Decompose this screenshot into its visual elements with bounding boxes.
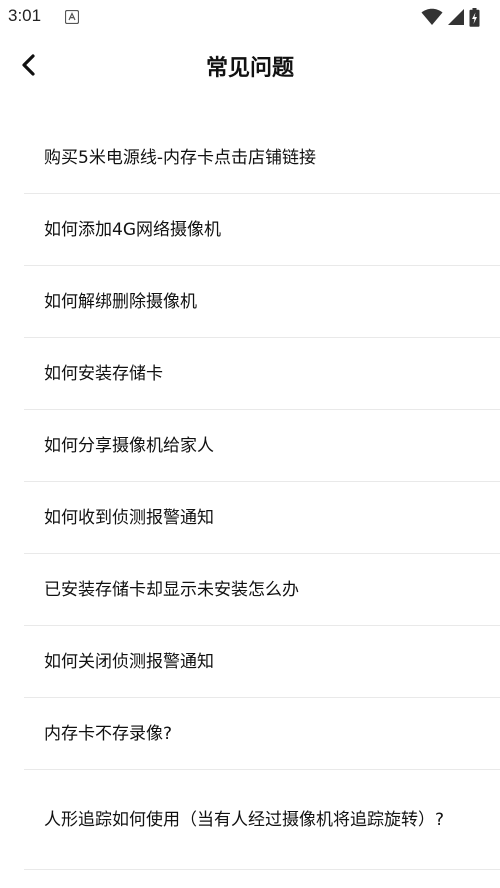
- faq-item-unbind-camera[interactable]: 如何解绑删除摄像机: [24, 266, 500, 338]
- signal-icon: [447, 8, 465, 26]
- faq-item-human-tracking[interactable]: 人形追踪如何使用（当有人经过摄像机将追踪旋转）?: [24, 770, 500, 870]
- faq-item-share-camera[interactable]: 如何分享摄像机给家人: [24, 410, 500, 482]
- status-icons: [421, 6, 480, 28]
- app-notification-icon: [64, 9, 80, 25]
- faq-item-card-not-detected[interactable]: 已安装存储卡却显示未安装怎么办: [24, 554, 500, 626]
- faq-list: 购买5米电源线-内存卡点击店铺链接 如何添加4G网络摄像机 如何解绑删除摄像机 …: [0, 122, 500, 870]
- status-bar: 3:01: [0, 0, 500, 34]
- faq-item-receive-alerts[interactable]: 如何收到侦测报警通知: [24, 482, 500, 554]
- faq-item-install-storage-card[interactable]: 如何安装存储卡: [24, 338, 500, 410]
- faq-item-disable-alerts[interactable]: 如何关闭侦测报警通知: [24, 626, 500, 698]
- faq-item-card-no-recording[interactable]: 内存卡不存录像?: [24, 698, 500, 770]
- app-bar: 常见问题: [0, 34, 500, 100]
- faq-item-add-4g-camera[interactable]: 如何添加4G网络摄像机: [24, 194, 500, 266]
- faq-item-buy-power-cable[interactable]: 购买5米电源线-内存卡点击店铺链接: [24, 122, 500, 194]
- battery-icon: [469, 7, 480, 27]
- wifi-icon: [421, 8, 443, 26]
- page-title: 常见问题: [205, 56, 294, 81]
- status-time: 3:01: [8, 6, 42, 25]
